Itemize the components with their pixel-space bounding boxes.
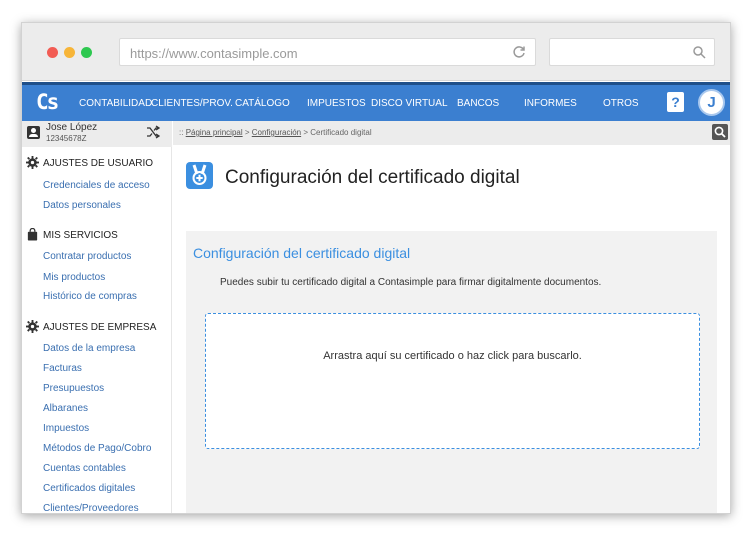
browser-search-bar[interactable] xyxy=(549,38,715,66)
user-name: Jose López xyxy=(46,122,98,133)
help-icon[interactable]: ? xyxy=(667,92,684,112)
section-ajustes-empresa: AJUSTES DE EMPRESA xyxy=(26,320,156,333)
search-icon xyxy=(693,46,706,59)
sidebar-item-clientes-proveedores[interactable]: Clientes/Proveedores xyxy=(43,503,139,513)
search-icon xyxy=(714,126,726,138)
gear-icon xyxy=(26,156,39,169)
user-avatar[interactable]: J xyxy=(698,89,725,116)
top-navigation: Cs CONTABILIDAD CLIENTES/PROV. CATÁLOGO … xyxy=(22,82,730,121)
switch-company-icon[interactable] xyxy=(146,125,160,139)
sidebar-item-presupuestos[interactable]: Presupuestos xyxy=(43,383,104,394)
certificate-dropzone[interactable]: Arrastra aquí su certificado o haz click… xyxy=(205,313,700,449)
nav-impuestos[interactable]: IMPUESTOS xyxy=(307,98,366,109)
sidebar-item-historico[interactable]: Histórico de compras xyxy=(43,291,137,302)
breadcrumb-configuracion[interactable]: Configuración xyxy=(252,128,301,137)
nav-contabilidad[interactable]: CONTABILIDAD xyxy=(79,98,152,109)
sidebar-item-facturas[interactable]: Facturas xyxy=(43,363,82,374)
sidebar-item-datos-personales[interactable]: Datos personales xyxy=(43,200,121,211)
contasimple-logo[interactable]: Cs xyxy=(36,90,59,114)
nav-disco-virtual[interactable]: DISCO VIRTUAL xyxy=(371,98,448,109)
main-content: :: Página principal > Configuración > Ce… xyxy=(173,121,730,513)
breadcrumb: :: Página principal > Configuración > Ce… xyxy=(179,128,372,137)
search-button[interactable] xyxy=(712,124,728,140)
nav-informes[interactable]: INFORMES xyxy=(524,98,577,109)
user-id: 12345678Z xyxy=(46,134,87,143)
sidebar-item-contratar[interactable]: Contratar productos xyxy=(43,251,131,262)
sidebar-item-certificados[interactable]: Certificados digitales xyxy=(43,483,135,494)
card-title: Configuración del certificado digital xyxy=(193,245,411,261)
page-title: Configuración del certificado digital xyxy=(225,167,520,188)
dropzone-text: Arrastra aquí su certificado o haz click… xyxy=(323,350,582,362)
reload-icon[interactable] xyxy=(511,44,527,60)
certificate-icon xyxy=(186,162,213,189)
sidebar: Jose López 12345678Z AJUSTES DE USUARIO … xyxy=(22,121,172,513)
nav-catalogo[interactable]: CATÁLOGO xyxy=(235,98,290,109)
browser-chrome: https://www.contasimple.com xyxy=(22,23,730,81)
bag-icon xyxy=(27,228,38,241)
minimize-window-icon[interactable] xyxy=(64,47,75,58)
section-title: AJUSTES DE USUARIO xyxy=(43,158,154,169)
nav-bancos[interactable]: BANCOS xyxy=(457,98,499,109)
sidebar-item-albaranes[interactable]: Albaranes xyxy=(43,403,88,414)
section-title: AJUSTES DE EMPRESA xyxy=(43,322,157,333)
section-ajustes-usuario: AJUSTES DE USUARIO xyxy=(26,156,153,169)
gear-icon xyxy=(26,320,39,333)
sidebar-item-impuestos[interactable]: Impuestos xyxy=(43,423,89,434)
section-mis-servicios: MIS SERVICIOS xyxy=(26,228,118,241)
certificate-card: Configuración del certificado digital Pu… xyxy=(186,231,717,513)
breadcrumb-home[interactable]: Página principal xyxy=(186,128,243,137)
breadcrumb-current: Certificado digital xyxy=(310,128,372,137)
browser-window: https://www.contasimple.com Cs CONTABILI… xyxy=(21,22,731,514)
address-bar[interactable]: https://www.contasimple.com xyxy=(119,38,536,66)
nav-clientes-prov[interactable]: CLIENTES/PROV. xyxy=(151,98,233,109)
sidebar-item-cuentas-contables[interactable]: Cuentas contables xyxy=(43,463,126,474)
user-switcher[interactable]: Jose López 12345678Z xyxy=(22,121,172,147)
sidebar-item-datos-empresa[interactable]: Datos de la empresa xyxy=(43,343,135,354)
sidebar-item-credenciales[interactable]: Credenciales de acceso xyxy=(43,180,150,191)
breadcrumb-bar: :: Página principal > Configuración > Ce… xyxy=(173,121,730,145)
sidebar-item-mis-productos[interactable]: Mis productos xyxy=(43,272,105,283)
user-card-icon xyxy=(27,126,40,139)
close-window-icon[interactable] xyxy=(47,47,58,58)
nav-otros[interactable]: OTROS xyxy=(603,98,639,109)
section-title: MIS SERVICIOS xyxy=(43,230,118,241)
card-description: Puedes subir tu certificado digital a Co… xyxy=(220,277,602,288)
sidebar-item-metodos-pago[interactable]: Métodos de Pago/Cobro xyxy=(43,443,151,454)
breadcrumb-prefix: :: xyxy=(179,128,184,137)
maximize-window-icon[interactable] xyxy=(81,47,92,58)
address-bar-url: https://www.contasimple.com xyxy=(130,46,298,61)
